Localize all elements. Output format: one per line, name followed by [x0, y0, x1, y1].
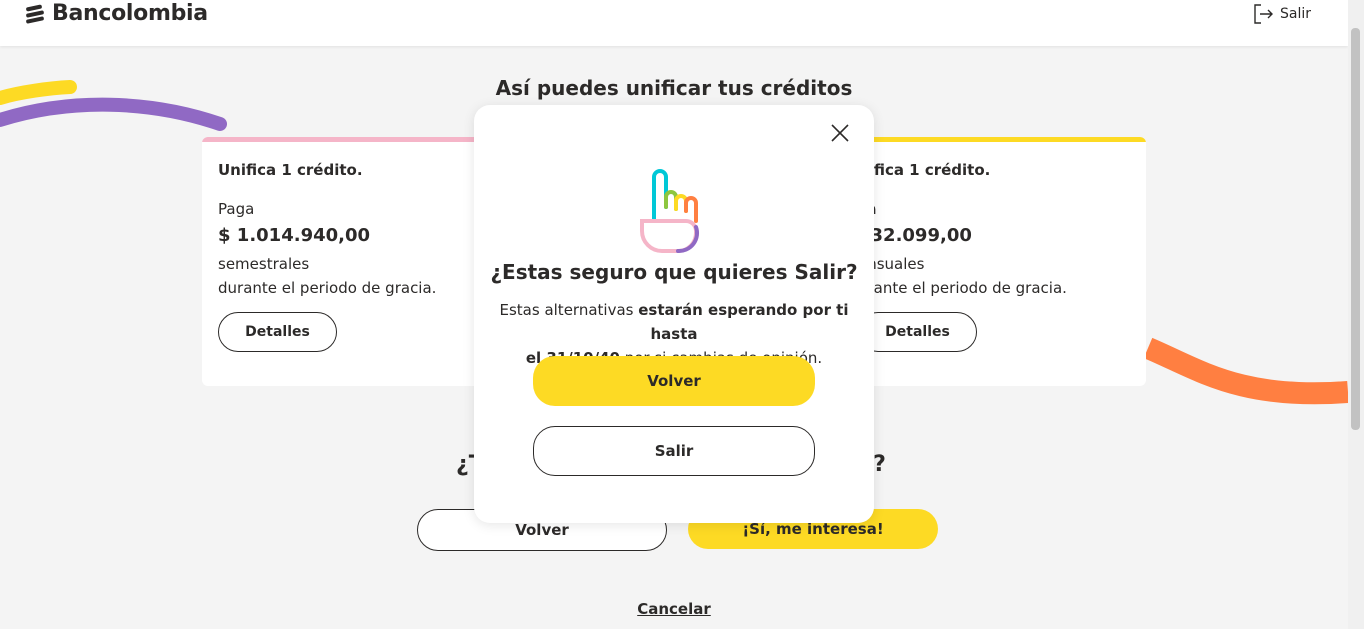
logout-link[interactable]: Salir: [1252, 3, 1311, 25]
details-button[interactable]: Detalles: [858, 312, 977, 352]
page-title: Así puedes unificar tus créditos: [495, 76, 853, 100]
modal-text-part1: Estas alternativas: [499, 301, 639, 319]
exit-confirmation-modal: ¿Estas seguro que quieres Salir? Estas a…: [474, 105, 874, 523]
logout-icon: [1254, 4, 1273, 24]
card-title: Unifica 1 crédito.: [218, 161, 363, 179]
card-pay-label: Paga: [218, 200, 255, 218]
card-frequency: semestrales: [218, 255, 310, 273]
card-amount: 232.099,00: [858, 225, 972, 246]
modal-back-button[interactable]: Volver: [533, 356, 815, 406]
card-title: nifica 1 crédito.: [858, 161, 991, 179]
bancolombia-logo-icon: [26, 4, 44, 23]
card-period: durante el periodo de gracia.: [218, 279, 437, 297]
card-frequency: ensuales: [858, 255, 925, 273]
close-icon[interactable]: [828, 121, 852, 145]
card-period: urante el periodo de gracia.: [858, 279, 1067, 297]
logout-label: Salir: [1280, 6, 1312, 22]
card-pay-label: ga: [858, 197, 1067, 221]
scrollbar-thumb[interactable]: [1351, 28, 1360, 430]
top-header: Bancolombia Salir: [0, 0, 1348, 46]
hand-icon: [640, 169, 700, 254]
modal-exit-button[interactable]: Salir: [533, 426, 815, 476]
modal-title: ¿Estas seguro que quieres Salir?: [490, 260, 858, 284]
modal-text-bold1: estarán esperando por ti hasta: [638, 301, 849, 343]
details-button[interactable]: Detalles: [218, 312, 337, 352]
bancolombia-logo[interactable]: Bancolombia: [24, 1, 208, 26]
cancel-link[interactable]: Cancelar: [0, 600, 1348, 618]
card-amount: $ 1.014.940,00: [218, 225, 371, 246]
logo-text: Bancolombia: [52, 1, 208, 26]
